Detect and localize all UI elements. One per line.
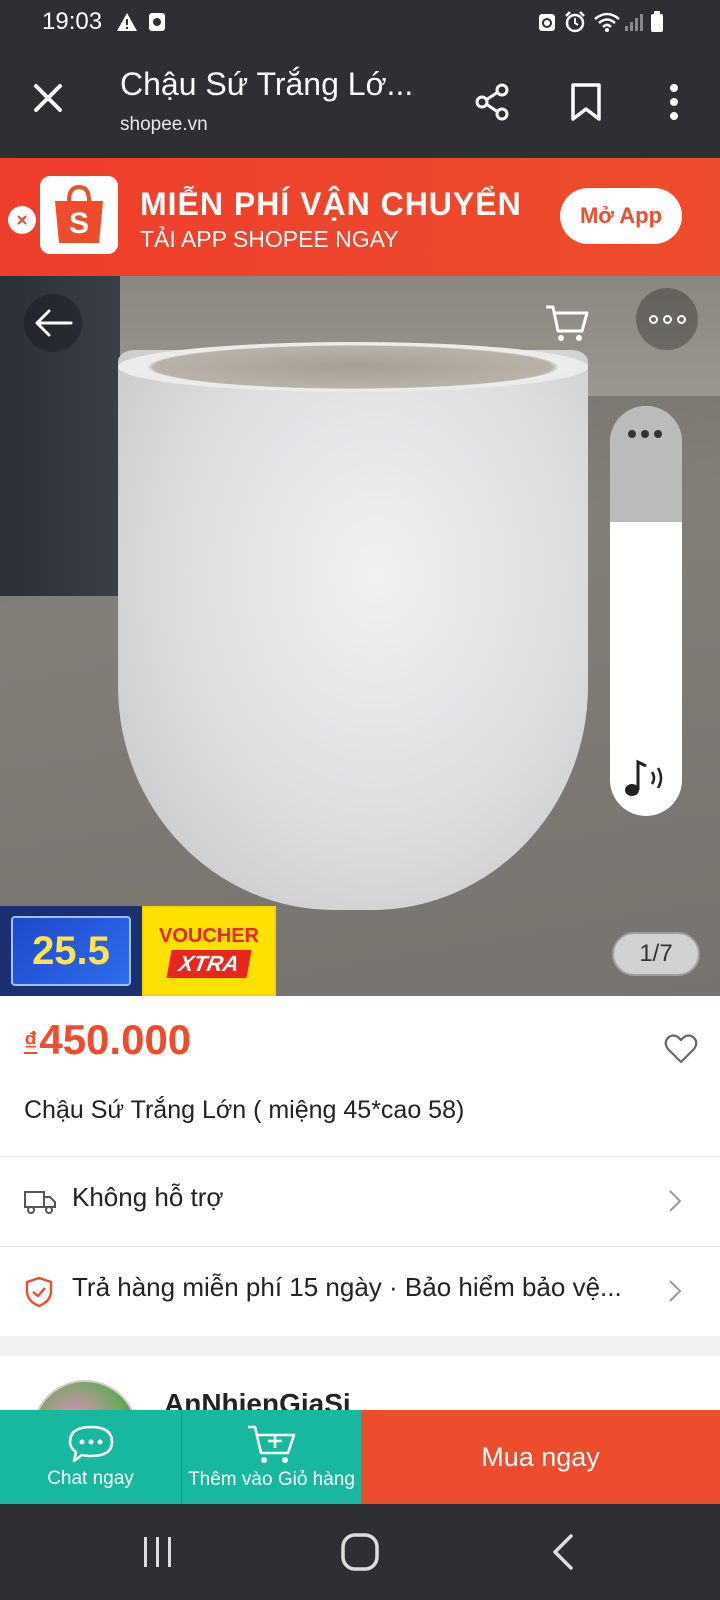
share-icon[interactable]: [468, 78, 516, 126]
browser-toolbar: Chậu Sứ Trắng Lớ... shopee.vn: [0, 44, 720, 158]
bookmark-icon[interactable]: [562, 78, 610, 126]
volume-fill: [610, 406, 682, 522]
shield-icon: [24, 1276, 56, 1308]
voucher-badge-top: VOUCHER: [158, 924, 259, 947]
favorite-heart-icon[interactable]: [664, 1034, 698, 1064]
buy-now-button[interactable]: Mua ngay: [361, 1410, 720, 1504]
home-icon[interactable]: [338, 1532, 382, 1572]
truck-icon: [24, 1186, 56, 1216]
price-amount: 450.000: [39, 1016, 192, 1063]
app-promo-banner: S MIỄN PHÍ VẬN CHUYỂN TẢI APP SHOPEE NGA…: [0, 158, 720, 276]
shopee-logo: S: [40, 176, 118, 254]
signal-icon: [624, 10, 644, 34]
status-time: 19:03: [42, 8, 103, 35]
close-icon[interactable]: [24, 74, 72, 122]
sale-badge-text: 25.5: [11, 916, 131, 986]
alert-icon: [116, 10, 138, 34]
add-to-cart-button[interactable]: Thêm vào Giỏ hàng: [181, 1410, 361, 1504]
image-counter: 1/7: [612, 932, 700, 976]
back-arrow-icon[interactable]: [24, 294, 82, 352]
chevron-right-icon: [668, 1189, 682, 1213]
open-app-button[interactable]: Mở App: [560, 188, 682, 244]
voucher-xtra-badge: VOUCHER XTRA: [142, 906, 276, 996]
seller-section[interactable]: AnNhienGiaSi: [0, 1356, 720, 1410]
guarantee-row[interactable]: Trả hàng miễn phí 15 ngày · Bảo hiểm bảo…: [0, 1246, 720, 1336]
volume-options-icon[interactable]: [628, 430, 662, 438]
product-photo-pot-rim: [118, 342, 588, 392]
seller-avatar[interactable]: [32, 1380, 138, 1410]
media-icon: [148, 10, 166, 34]
shipping-text: Không hỗ trợ: [72, 1182, 224, 1212]
product-photo-pot: [118, 350, 588, 910]
shipping-row[interactable]: Không hỗ trợ: [0, 1156, 720, 1246]
cart-icon[interactable]: [536, 294, 598, 352]
music-note-icon[interactable]: [622, 756, 670, 800]
wifi-icon: [594, 10, 620, 34]
sale-badge: 25.5: [0, 906, 142, 996]
dismiss-banner-icon[interactable]: [8, 206, 36, 234]
alarm-icon: [564, 10, 586, 34]
recycle-icon: [538, 10, 556, 34]
chat-now-label: Chat ngay: [47, 1468, 134, 1489]
back-icon[interactable]: [548, 1532, 578, 1572]
seller-name[interactable]: AnNhienGiaSi: [164, 1388, 351, 1410]
add-to-cart-label: Thêm vào Giỏ hàng: [188, 1469, 355, 1490]
page-domain: shopee.vn: [120, 114, 208, 135]
page-title: Chậu Sứ Trắng Lớ...: [120, 66, 414, 102]
volume-slider[interactable]: [610, 406, 682, 816]
product-gallery[interactable]: 25.5 VOUCHER XTRA 1/7: [0, 276, 720, 996]
battery-icon: [650, 10, 664, 34]
section-gap: [0, 1336, 720, 1356]
status-bar: 19:03: [0, 0, 720, 44]
more-vert-icon[interactable]: [650, 78, 698, 126]
guarantee-text: Trả hàng miễn phí 15 ngày · Bảo hiểm bảo…: [72, 1272, 622, 1302]
action-bar: Chat ngay Thêm vào Giỏ hàng Mua ngay: [0, 1410, 720, 1504]
system-navigation-bar: [0, 1504, 720, 1600]
chat-icon: [68, 1425, 113, 1463]
add-cart-icon: [247, 1425, 295, 1463]
product-name: Chậu Sứ Trắng Lớn ( miệng 45*cao 58): [24, 1096, 465, 1124]
chat-now-button[interactable]: Chat ngay: [0, 1410, 181, 1504]
logo-letter: S: [69, 207, 89, 240]
recent-apps-icon[interactable]: [138, 1532, 178, 1572]
more-horiz-icon[interactable]: [636, 288, 698, 350]
product-price: ₫ 450.000: [24, 1016, 191, 1064]
promo-headline: MIỄN PHÍ VẬN CHUYỂN: [140, 186, 522, 222]
promo-subline: TẢI APP SHOPEE NGAY: [140, 226, 399, 252]
voucher-badge-bottom: XTRA: [166, 949, 252, 978]
chevron-right-icon: [668, 1279, 682, 1303]
currency-symbol: ₫: [24, 1026, 38, 1056]
